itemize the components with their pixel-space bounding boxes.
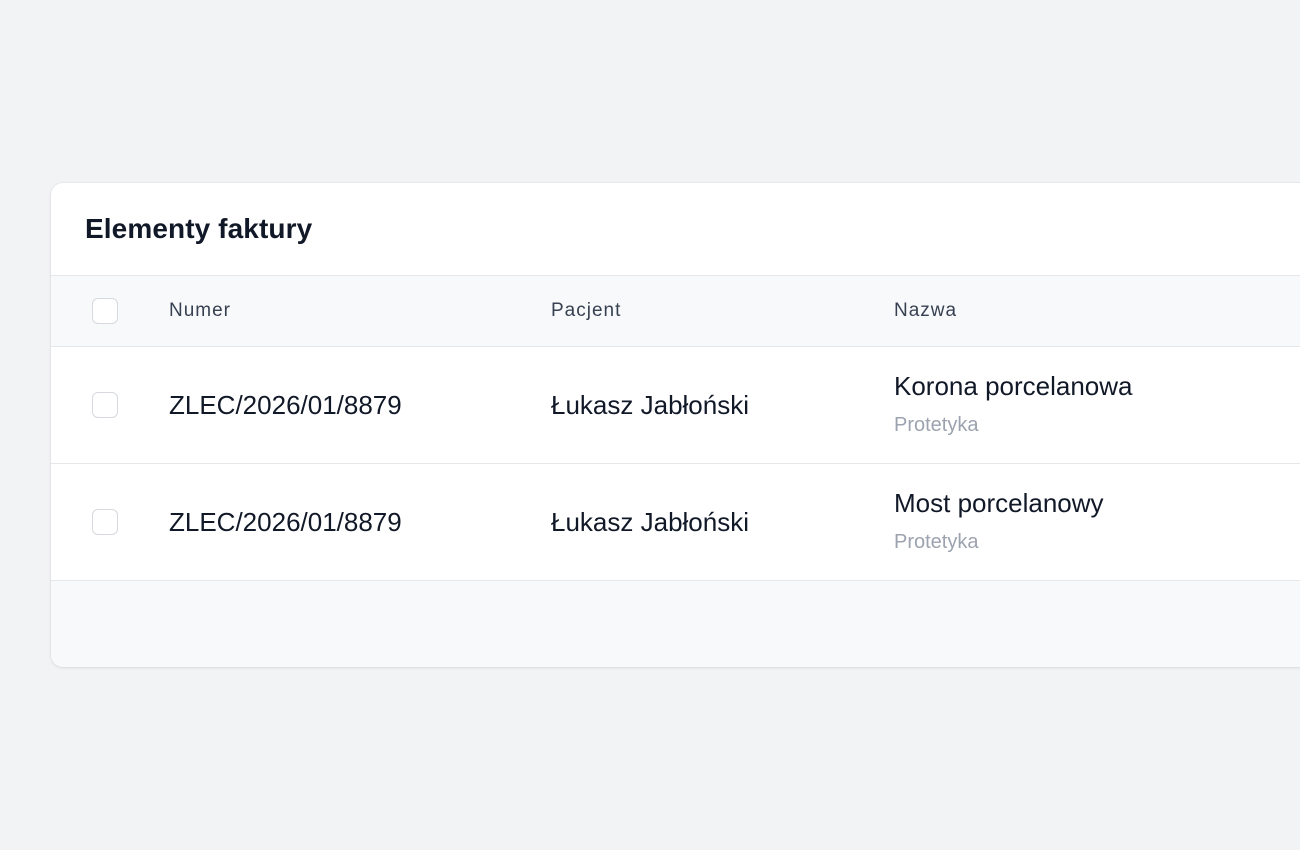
row-kategoria: Protetyka xyxy=(894,414,979,436)
row-checkbox[interactable] xyxy=(92,392,118,418)
column-header-pacjent[interactable]: Pacjent xyxy=(551,276,621,346)
invoice-items-card: Elementy faktury Numer Pacjent Nazwa ZLE… xyxy=(51,183,1300,667)
row-pacjent: Łukasz Jabłoński xyxy=(551,507,749,537)
row-numer: ZLEC/2026/01/8879 xyxy=(169,390,402,420)
row-nazwa: Korona porcelanowa xyxy=(894,371,1133,401)
table-row[interactable]: ZLEC/2026/01/8879 Łukasz Jabłoński Most … xyxy=(51,464,1300,581)
row-pacjent: Łukasz Jabłoński xyxy=(551,390,749,420)
table-row[interactable]: ZLEC/2026/01/8879 Łukasz Jabłoński Koron… xyxy=(51,347,1300,464)
select-all-checkbox[interactable] xyxy=(92,298,118,324)
card-header: Elementy faktury xyxy=(51,183,1300,276)
card-title: Elementy faktury xyxy=(85,213,313,244)
table-footer xyxy=(51,581,1300,667)
row-checkbox[interactable] xyxy=(92,509,118,535)
table-header: Numer Pacjent Nazwa xyxy=(51,276,1300,347)
row-numer: ZLEC/2026/01/8879 xyxy=(169,507,402,537)
column-header-nazwa[interactable]: Nazwa xyxy=(894,276,957,346)
row-kategoria: Protetyka xyxy=(894,531,979,553)
column-header-numer[interactable]: Numer xyxy=(169,276,231,346)
row-nazwa: Most porcelanowy xyxy=(894,488,1104,518)
